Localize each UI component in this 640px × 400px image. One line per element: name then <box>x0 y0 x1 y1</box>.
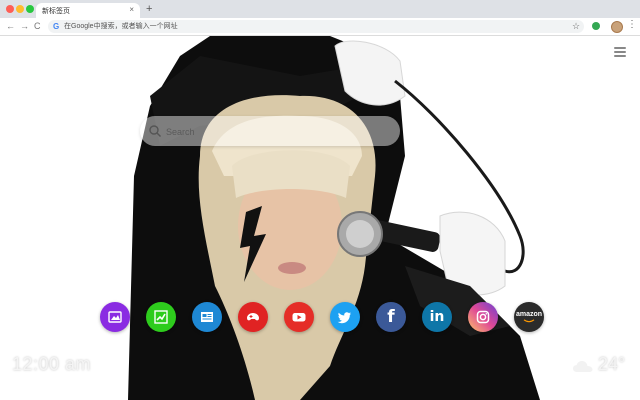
facebook-icon: f <box>387 307 395 327</box>
gamepad-icon <box>247 313 259 321</box>
tab-close-icon[interactable]: × <box>129 5 134 14</box>
youtube-icon <box>292 313 306 322</box>
bookmark-star-icon[interactable]: ☆ <box>572 20 580 32</box>
address-bar-placeholder: 在Google中搜索，或者输入一个网址 <box>64 23 178 30</box>
title-bar: 新标签页 × + <box>0 0 640 18</box>
weather-widget: 24° <box>572 354 636 378</box>
shortcut-image-app[interactable] <box>100 302 130 332</box>
instagram-icon <box>476 310 490 324</box>
shortcut-row: f in amazon <box>100 302 544 334</box>
shortcut-linkedin[interactable]: in <box>422 302 452 332</box>
background-photo <box>0 36 640 400</box>
twitter-icon <box>337 312 351 324</box>
back-icon[interactable]: ← <box>6 20 15 32</box>
linkedin-icon: in <box>429 309 445 325</box>
shortcut-twitter[interactable] <box>330 302 360 332</box>
profile-avatar[interactable] <box>611 21 623 33</box>
forward-icon[interactable]: → <box>20 20 29 32</box>
tab-title: 新标签页 <box>42 8 70 15</box>
browser-window: 新标签页 × + ← → C G 在Google中搜索，或者输入一个网址 ☆ ⋮ <box>0 0 640 400</box>
cloud-icon <box>573 361 593 372</box>
shortcut-youtube[interactable] <box>284 302 314 332</box>
shortcut-facebook[interactable]: f <box>376 302 406 332</box>
shortcut-news-app[interactable] <box>192 302 222 332</box>
new-tab-button[interactable]: + <box>146 2 152 16</box>
minimize-window-button[interactable] <box>16 5 24 13</box>
amazon-smile-icon <box>523 318 535 322</box>
newspaper-icon <box>201 312 213 322</box>
toolbar: ← → C G 在Google中搜索，或者输入一个网址 ☆ ⋮ <box>0 18 640 36</box>
reload-icon[interactable]: C <box>34 20 41 32</box>
extension-icon[interactable] <box>592 22 600 30</box>
clock: 12:00 am <box>12 354 92 374</box>
search-input[interactable] <box>164 121 388 143</box>
browser-menu-icon[interactable]: ⋮ <box>627 19 637 31</box>
new-tab-page: f in amazon 12:00 am <box>0 36 640 400</box>
shortcut-game-app[interactable] <box>238 302 268 332</box>
amazon-icon: amazon <box>515 310 543 318</box>
tab-new-tab[interactable]: 新标签页 × <box>36 3 140 18</box>
close-window-button[interactable] <box>6 5 14 13</box>
search-box[interactable] <box>140 116 400 146</box>
address-bar[interactable]: G 在Google中搜索，或者输入一个网址 <box>48 20 584 33</box>
chart-icon <box>154 310 168 324</box>
google-icon: G <box>53 22 60 31</box>
search-icon <box>149 125 162 138</box>
image-icon <box>108 311 122 323</box>
shortcut-amazon[interactable]: amazon <box>514 302 544 332</box>
maximize-window-button[interactable] <box>26 5 34 13</box>
shortcut-chart-app[interactable] <box>146 302 176 332</box>
shortcut-instagram[interactable] <box>468 302 498 332</box>
hamburger-menu-icon[interactable] <box>614 47 626 57</box>
temperature: 24° <box>598 354 626 374</box>
